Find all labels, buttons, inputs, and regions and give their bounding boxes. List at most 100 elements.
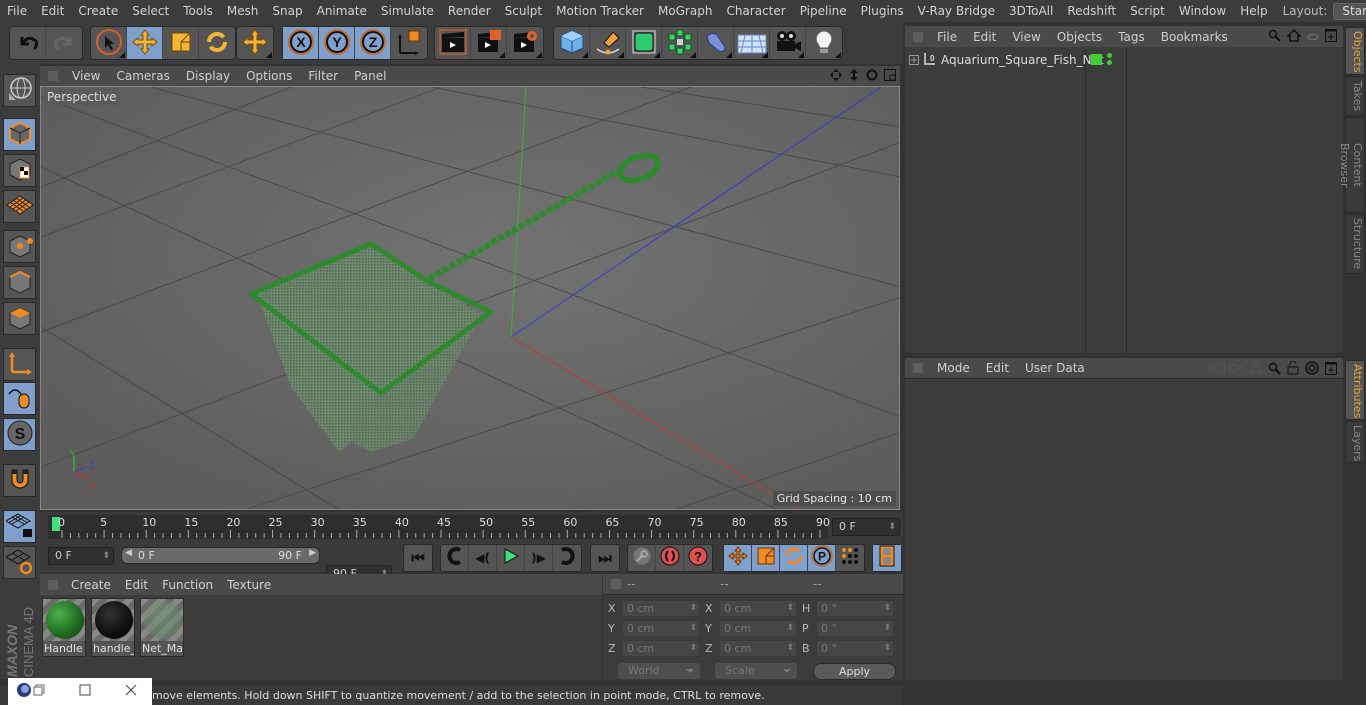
parameter-key-button[interactable]: P (808, 545, 836, 571)
material-menu-function[interactable]: Function (155, 578, 220, 592)
object-name[interactable]: Aquarium_Square_Fish_Net (941, 53, 1104, 67)
recent-tool-button[interactable] (237, 27, 273, 59)
menu-file[interactable]: File (0, 4, 34, 18)
viewport-menu-cameras[interactable]: Cameras (108, 69, 177, 83)
z-axis-lock-button[interactable]: Z (355, 27, 391, 59)
menu-mesh[interactable]: Mesh (220, 4, 266, 18)
menu-snap[interactable]: Snap (265, 4, 309, 18)
viewport-camera-label[interactable]: Perspective (44, 89, 120, 105)
previous-key-button[interactable] (441, 545, 469, 571)
points-mode-button[interactable] (3, 230, 36, 263)
zoom-view-icon[interactable] (848, 69, 860, 84)
menu-create[interactable]: Create (71, 4, 125, 18)
menu-script[interactable]: Script (1123, 4, 1172, 18)
cloner-button[interactable] (662, 27, 698, 59)
menu-select[interactable]: Select (125, 4, 176, 18)
rotation-field[interactable]: 0 ° (816, 600, 894, 617)
tab-content-browser[interactable]: Content Browser (1338, 117, 1365, 213)
rotation-field[interactable]: 0 ° (816, 620, 894, 637)
rotation-field[interactable]: 0 ° (816, 640, 894, 657)
previous-frame-button[interactable]: ◀( (469, 545, 497, 571)
frame-range-slider[interactable]: ◀ 0 F 90 F ▶ (121, 547, 320, 564)
position-key-button[interactable] (724, 545, 752, 571)
target-icon[interactable] (1305, 361, 1319, 378)
menu-window[interactable]: Window (1172, 4, 1233, 18)
make-editable-button[interactable] (3, 74, 36, 107)
collapse-icon[interactable] (1307, 30, 1319, 44)
texture-mode-button[interactable] (3, 154, 36, 187)
polygons-mode-button[interactable] (3, 302, 36, 335)
menu-pipeline[interactable]: Pipeline (793, 4, 854, 18)
next-frame-button[interactable]: )▶ (525, 545, 553, 571)
object-menu-view[interactable]: View (1004, 30, 1048, 44)
search-icon[interactable] (1268, 29, 1281, 45)
light-button[interactable] (806, 27, 842, 59)
material-menu-edit[interactable]: Edit (118, 578, 155, 592)
render-view-button[interactable] (435, 27, 471, 59)
viewport-menu-options[interactable]: Options (238, 69, 300, 83)
menu-redshift[interactable]: Redshift (1060, 4, 1123, 18)
menu-render[interactable]: Render (441, 4, 498, 18)
close-icon[interactable] (125, 684, 137, 699)
object-row[interactable]: 0 Aquarium_Square_Fish_Net (905, 49, 1343, 72)
menu-animate[interactable]: Animate (310, 4, 374, 18)
magnet-button[interactable] (3, 464, 36, 497)
scale-tool-button[interactable] (163, 27, 199, 59)
material-menu-create[interactable]: Create (64, 578, 118, 592)
editor-visibility-dot[interactable] (1107, 53, 1112, 58)
menu-sculpt[interactable]: Sculpt (498, 4, 549, 18)
menu-mograph[interactable]: MoGraph (651, 4, 720, 18)
edges-mode-button[interactable] (3, 266, 36, 299)
menu-3dtoall[interactable]: 3DToAll (1002, 4, 1060, 18)
tab-takes[interactable]: Takes (1345, 76, 1365, 116)
tab-layers[interactable]: Layers (1345, 421, 1365, 463)
attribute-menu-user-data[interactable]: User Data (1017, 361, 1093, 375)
record-keys-button[interactable] (628, 545, 656, 571)
position-field[interactable]: 0 cm (622, 600, 700, 617)
menu-motion-tracker[interactable]: Motion Tracker (549, 4, 651, 18)
menu-tools[interactable]: Tools (176, 4, 220, 18)
layer-color-swatch[interactable] (1091, 54, 1102, 65)
workplane-align-button[interactable] (3, 546, 36, 579)
object-menu-file[interactable]: File (929, 30, 965, 44)
size-field[interactable]: 0 cm (719, 600, 797, 617)
panel-grip[interactable] (48, 579, 58, 590)
menu-simulate[interactable]: Simulate (374, 4, 441, 18)
coordinate-space-dropdown[interactable]: World (618, 663, 700, 679)
menu-help[interactable]: Help (1233, 4, 1274, 18)
tab-structure[interactable]: Structure (1345, 214, 1365, 274)
object-menu-tags[interactable]: Tags (1110, 30, 1153, 44)
timeline-ruler[interactable]: 0 5 10 15 20 25 30 35 40 45 50 55 60 65 70 75 80 85 90 (48, 515, 830, 539)
maximize-icon[interactable] (79, 684, 91, 699)
object-menu-objects[interactable]: Objects (1049, 30, 1110, 44)
toggle-layout-icon[interactable] (884, 69, 896, 84)
camera-button[interactable] (770, 27, 806, 59)
expand-icon[interactable] (909, 54, 919, 68)
panel-grip[interactable] (913, 31, 923, 42)
workplane-lock-button[interactable] (3, 510, 36, 543)
model-mode-button[interactable] (3, 118, 36, 151)
subdivision-surface-button[interactable] (626, 27, 662, 59)
render-settings-button[interactable] (507, 27, 543, 59)
position-field[interactable]: 0 cm (622, 620, 700, 637)
go-to-start-button[interactable]: ⏮ (404, 545, 432, 571)
menu-character[interactable]: Character (719, 4, 792, 18)
back-forward-icon[interactable] (1209, 362, 1245, 377)
floor-button[interactable] (734, 27, 770, 59)
next-key-button[interactable] (553, 545, 581, 571)
menu-plugins[interactable]: Plugins (854, 4, 911, 18)
material-swatch[interactable]: handle_ (91, 598, 135, 657)
workplane-mode-button[interactable] (3, 190, 36, 223)
tab-objects[interactable]: Objects (1345, 27, 1365, 75)
panel-grip[interactable] (913, 363, 923, 373)
y-axis-lock-button[interactable]: Y (319, 27, 355, 59)
range-right-arrow[interactable]: ▶ (309, 548, 316, 558)
start-frame-field[interactable]: 0 F (48, 547, 114, 565)
3d-viewport[interactable]: Perspective Grid Spacing : 10 cm Y Z X (40, 86, 900, 510)
current-frame-field[interactable]: 0 F (832, 518, 900, 536)
axis-mode-button[interactable] (3, 348, 36, 381)
menu-vray-bridge[interactable]: V-Ray Bridge (911, 4, 1002, 18)
panel-grip[interactable] (611, 579, 621, 589)
object-menu-edit[interactable]: Edit (965, 30, 1004, 44)
tab-attributes[interactable]: Attributes (1345, 360, 1365, 420)
